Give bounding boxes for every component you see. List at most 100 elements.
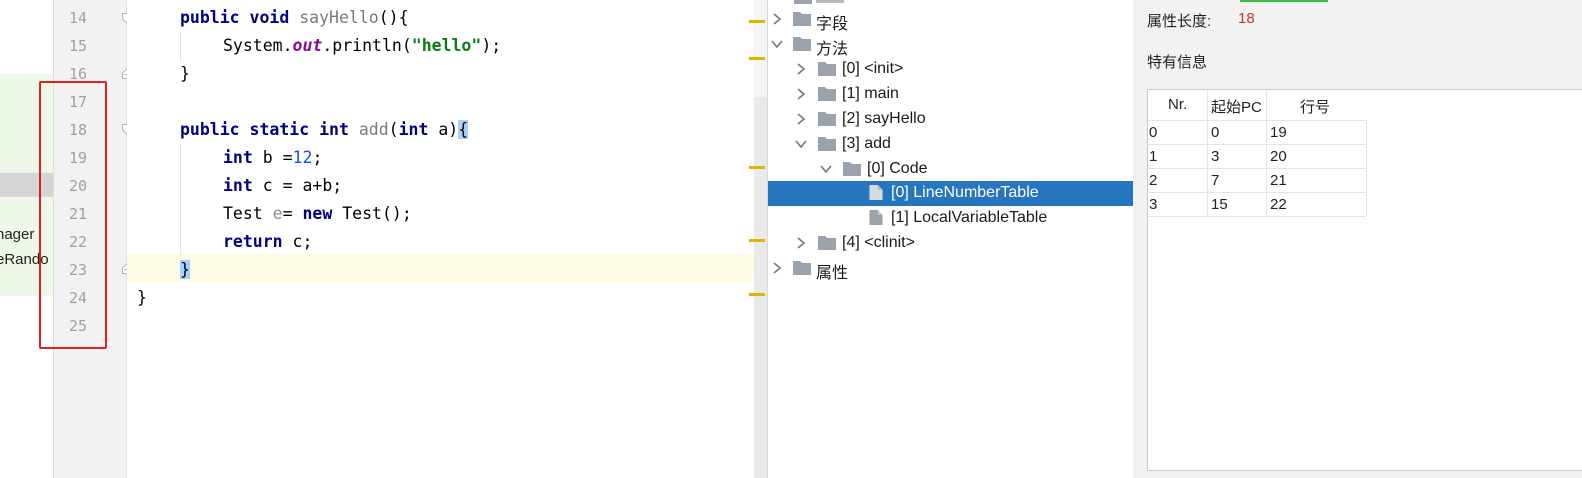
brace-match: } xyxy=(180,260,190,279)
tree-item-label: 属性 xyxy=(816,265,849,282)
column-divider xyxy=(1366,120,1367,216)
code-token: "hello" xyxy=(411,36,482,55)
indent-guide xyxy=(180,32,181,62)
file-icon xyxy=(869,210,883,225)
tree-item-label: [0] Code xyxy=(867,160,928,177)
project-item-label[interactable]: nager xyxy=(0,226,34,243)
folder-icon xyxy=(793,37,811,51)
chevron-right-icon[interactable] xyxy=(771,12,783,26)
table-cell[interactable]: 20 xyxy=(1270,148,1287,165)
code-token: new xyxy=(302,204,333,223)
code-line-16[interactable]: } xyxy=(180,60,190,88)
code-token: c = a+b; xyxy=(252,176,343,195)
code-line-15[interactable]: System.out.println("hello"); xyxy=(223,32,501,60)
chevron-down-icon[interactable] xyxy=(771,37,783,51)
attribute-info-panel: 属性长度: 18 特有信息 Nr. 起始PC 行号 0 0 19 1 3 20 … xyxy=(1133,0,1582,478)
code-line-14[interactable]: public void sayHello(){ xyxy=(180,4,409,32)
code-token: b = xyxy=(252,148,293,167)
column-divider xyxy=(1207,90,1208,216)
code-line-20[interactable]: int c = a+b; xyxy=(223,172,342,200)
code-editor[interactable]: public void sayHello(){ System.out.print… xyxy=(127,0,754,478)
code-token: public static int xyxy=(180,120,349,139)
table-cell[interactable]: 7 xyxy=(1211,172,1219,189)
tree-item-label: [2] sayHello xyxy=(842,110,926,127)
table-cell[interactable]: 1 xyxy=(1149,148,1157,165)
chevron-right-icon[interactable] xyxy=(795,112,807,126)
table-cell[interactable]: 2 xyxy=(1149,172,1157,189)
code-token: a) xyxy=(428,120,459,139)
tree-item-method[interactable]: [0] <init> xyxy=(768,57,1133,82)
code-token: int xyxy=(223,176,253,195)
code-line-22[interactable]: return c; xyxy=(223,228,312,256)
table-cell[interactable]: 0 xyxy=(1211,124,1219,141)
tree-item-method[interactable]: [1] main xyxy=(768,82,1133,107)
chevron-down-icon[interactable] xyxy=(820,162,832,176)
code-line-23[interactable]: } xyxy=(180,256,190,284)
highlight-annotation-box xyxy=(39,81,107,349)
editor-scrollbar[interactable] xyxy=(749,0,768,478)
folder-icon xyxy=(818,87,836,101)
folder-icon xyxy=(793,12,811,26)
attr-length-label: 属性长度: xyxy=(1147,13,1212,30)
tree-item-label: [1] LocalVariableTable xyxy=(891,209,1048,226)
code-line-21[interactable]: Test e= new Test(); xyxy=(223,200,412,228)
code-line-19[interactable]: int b =12; xyxy=(223,144,322,172)
tree-item-fields[interactable]: 字段 xyxy=(768,7,1133,33)
tree-item-attributes[interactable]: 属性 xyxy=(768,256,1133,282)
chevron-right-icon[interactable] xyxy=(771,261,783,275)
table-cell[interactable]: 3 xyxy=(1149,196,1157,213)
chevron-right-icon[interactable] xyxy=(795,62,807,76)
tree-item-label: [0] LineNumberTable xyxy=(891,184,1039,201)
folder-icon xyxy=(818,236,836,250)
table-cell[interactable]: 15 xyxy=(1211,196,1228,213)
chevron-right-icon[interactable] xyxy=(795,236,807,250)
code-token: Test(); xyxy=(332,204,412,223)
tree-item-method[interactable]: [3] add xyxy=(768,132,1133,157)
code-token: ); xyxy=(481,36,502,55)
warning-marker[interactable] xyxy=(749,57,765,60)
line-number: 14 xyxy=(68,9,87,27)
table-cell[interactable]: 3 xyxy=(1211,148,1219,165)
tree-item-methods[interactable]: 方法 xyxy=(768,32,1133,58)
code-token: out xyxy=(292,36,323,55)
tree-item-code[interactable]: [0] Code xyxy=(768,157,1133,182)
folder-icon xyxy=(794,0,812,4)
table-header-start-pc[interactable]: 起始PC xyxy=(1211,96,1262,117)
column-divider xyxy=(1266,90,1267,216)
warning-marker[interactable] xyxy=(749,20,765,23)
code-token: add xyxy=(358,120,389,139)
warning-marker[interactable] xyxy=(749,293,765,296)
code-token: } xyxy=(137,288,147,307)
code-token: public void xyxy=(180,8,290,27)
warning-marker[interactable] xyxy=(749,239,765,242)
indent-guide xyxy=(180,144,181,256)
file-icon xyxy=(869,185,883,200)
tree-item-label: [0] <init> xyxy=(842,60,904,77)
scrollbar-thumb[interactable] xyxy=(754,97,767,478)
table-cell[interactable]: 21 xyxy=(1270,172,1287,189)
table-header-line[interactable]: 行号 xyxy=(1300,96,1330,117)
warning-marker[interactable] xyxy=(749,166,765,169)
line-number-table[interactable]: Nr. 起始PC 行号 0 0 19 1 3 20 2 7 21 3 15 22 xyxy=(1147,89,1582,471)
row-divider xyxy=(1148,168,1366,169)
line-number: 15 xyxy=(68,37,87,55)
tree-item-label: 方法 xyxy=(816,41,849,58)
tree-item-method[interactable]: [2] sayHello xyxy=(768,107,1133,132)
tree-item-local-variable-table[interactable]: [1] LocalVariableTable xyxy=(768,206,1133,231)
code-token: return xyxy=(223,232,283,251)
table-cell[interactable]: 19 xyxy=(1270,124,1287,141)
chevron-right-icon[interactable] xyxy=(795,87,807,101)
tree-item-label: [3] add xyxy=(842,135,891,152)
tree-item-line-number-table[interactable]: [0] LineNumberTable xyxy=(768,181,1133,206)
tree-item-method[interactable]: [4] <clinit> xyxy=(768,231,1133,256)
clipped-tree-row xyxy=(816,0,846,3)
code-line-18[interactable]: public static int add(int a){ xyxy=(180,116,469,144)
code-line-24[interactable]: } xyxy=(137,284,147,312)
class-structure-tree[interactable]: 字段 方法 [0] <init> [1] main [2] sayHello [… xyxy=(768,0,1133,478)
table-cell[interactable]: 22 xyxy=(1270,196,1287,213)
table-cell[interactable]: 0 xyxy=(1149,124,1157,141)
chevron-down-icon[interactable] xyxy=(795,137,807,151)
table-header-nr[interactable]: Nr. xyxy=(1168,96,1187,113)
code-token: int xyxy=(398,120,429,139)
code-token: } xyxy=(180,64,190,83)
